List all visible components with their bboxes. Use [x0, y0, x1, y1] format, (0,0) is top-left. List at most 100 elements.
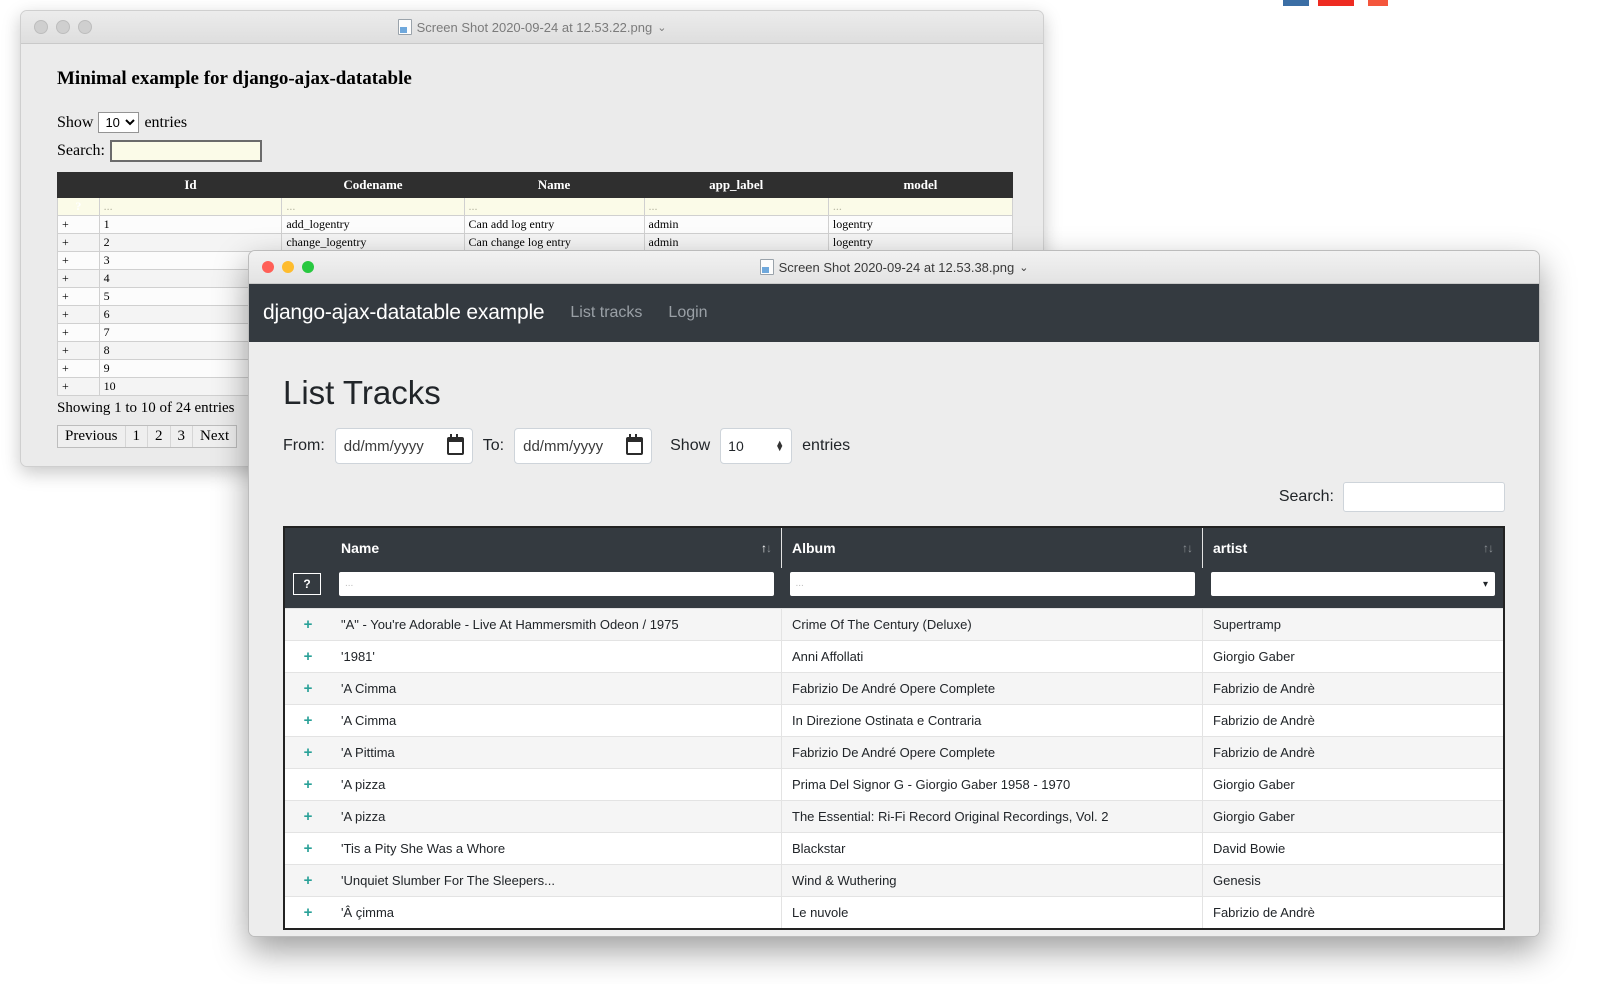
table-row[interactable]: + 'A Cimma Fabrizio De André Opere Complet…: [285, 672, 1503, 705]
table-row[interactable]: + 'A pizza Prima Del Signor G - Giorgio Ga…: [285, 768, 1503, 801]
back-col-codename[interactable]: Codename: [281, 172, 465, 198]
back-filter-applabel[interactable]: ...: [643, 197, 829, 216]
page-link[interactable]: 3: [171, 426, 193, 447]
back-filter-model[interactable]: ...: [827, 197, 1014, 216]
navbar-brand[interactable]: django-ajax-datatable example: [263, 301, 545, 325]
zoom-button[interactable]: [78, 20, 92, 34]
expand-row-icon[interactable]: +: [285, 768, 331, 801]
expand-row-icon[interactable]: +: [57, 305, 100, 324]
cell-codename: add_logentry: [281, 215, 465, 234]
back-show-select[interactable]: 10: [98, 112, 140, 133]
expand-row-icon[interactable]: +: [285, 832, 331, 865]
expand-row-icon[interactable]: +: [285, 864, 331, 897]
table-row[interactable]: + '1981' Anni Affollati Giorgio Gaber: [285, 640, 1503, 673]
table-row[interactable]: + 'A Cimma In Direzione Ostinata e Contrar…: [285, 704, 1503, 737]
page-link[interactable]: 1: [126, 426, 148, 447]
sort-ascending-icon[interactable]: ↑↓: [761, 541, 772, 555]
back-filter-id[interactable]: ...: [98, 197, 283, 216]
page-link[interactable]: 2: [148, 426, 171, 447]
cell-album: Wind & Wuthering: [781, 864, 1203, 897]
back-entries-label: entries: [144, 113, 188, 131]
close-button[interactable]: [34, 20, 48, 34]
nav-link-list-tracks[interactable]: List tracks: [570, 304, 642, 322]
cell-codename: change_logentry: [281, 233, 465, 252]
back-col-applabel[interactable]: app_label: [643, 172, 829, 198]
zoom-button[interactable]: [302, 261, 314, 273]
nav-link-login[interactable]: Login: [668, 304, 707, 322]
page-length-select[interactable]: 10 ▲ ▼: [720, 428, 793, 464]
chevron-down-icon[interactable]: ⌄: [657, 21, 666, 34]
expand-row-icon[interactable]: +: [285, 672, 331, 705]
expand-row-icon[interactable]: +: [57, 341, 100, 360]
back-search-input[interactable]: [109, 140, 262, 162]
table-row[interactable]: + "A" - You're Adorable - Live At Hammers…: [285, 608, 1503, 641]
filter-help-button[interactable]: ?: [293, 573, 321, 595]
sort-none-icon[interactable]: ↑↓: [1182, 541, 1193, 555]
table-row[interactable]: + 'Unquiet Slumber For The Sleepers... Win…: [285, 864, 1503, 897]
back-col-name[interactable]: Name: [463, 172, 645, 198]
cell-artist: Supertramp: [1202, 608, 1503, 641]
expand-row-icon[interactable]: +: [57, 287, 100, 306]
table-row[interactable]: + 'Tis a Pity She Was a Whore Blackstar Dav…: [285, 832, 1503, 865]
calendar-icon[interactable]: [626, 434, 644, 455]
back-filter-help-button[interactable]: ?: [57, 197, 100, 216]
table-row[interactable]: +2 change_logentry Can change log entry adm…: [57, 233, 1014, 252]
table-row[interactable]: + 'Â çimma Le nuvole Fabrizio de Andrè: [285, 896, 1503, 928]
expand-row-icon[interactable]: +: [285, 736, 331, 769]
expand-row-icon[interactable]: +: [285, 704, 331, 737]
expand-row-icon[interactable]: +: [57, 323, 100, 342]
clipped-toolbar-chip-red: [1318, 0, 1354, 6]
chevron-down-icon[interactable]: ⌄: [1019, 261, 1028, 274]
back-window-title: Screen Shot 2020-09-24 at 12.53.22.png ⌄: [21, 11, 1043, 43]
expand-row-icon[interactable]: +: [285, 896, 331, 928]
expand-row-icon[interactable]: +: [285, 640, 331, 673]
back-window-titlebar[interactable]: Screen Shot 2020-09-24 at 12.53.22.png ⌄: [21, 11, 1043, 44]
calendar-icon[interactable]: [446, 434, 464, 455]
expand-row-icon[interactable]: +: [57, 359, 100, 378]
cell-name: 'A Cimma: [331, 704, 782, 737]
cell-model: logentry: [827, 233, 1014, 252]
table-row[interactable]: +1 add_logentry Can add log entry admin loge…: [57, 215, 1014, 234]
back-pagination[interactable]: Previous 1 2 3 Next: [57, 425, 238, 448]
cell-album: In Direzione Ostinata e Contraria: [781, 704, 1203, 737]
minimize-button[interactable]: [56, 20, 70, 34]
sort-none-icon[interactable]: ↑↓: [1483, 541, 1494, 555]
col-name[interactable]: Name ↑↓: [331, 528, 782, 568]
front-window-traffic-lights[interactable]: [249, 261, 314, 273]
front-window-titlebar[interactable]: Screen Shot 2020-09-24 at 12.53.38.png ⌄: [249, 251, 1539, 284]
chevron-down-icon: ▾: [1482, 578, 1488, 590]
filter-name-input[interactable]: ...: [339, 572, 774, 596]
from-date-input[interactable]: dd/mm/yyyy: [334, 428, 473, 464]
stepper-icon[interactable]: ▲ ▼: [775, 439, 784, 453]
expand-row-icon[interactable]: +: [285, 800, 331, 833]
tracks-datatable: Name ↑↓ Album ↑↓ artist ↑↓ ? ... ... ▾ +…: [285, 528, 1503, 928]
page-link[interactable]: Previous: [58, 426, 126, 447]
front-window-title: Screen Shot 2020-09-24 at 12.53.38.png ⌄: [249, 251, 1539, 283]
minimize-button[interactable]: [282, 261, 294, 273]
expand-row-icon[interactable]: +: [57, 251, 100, 270]
col-album[interactable]: Album ↑↓: [781, 528, 1203, 568]
expand-row-icon[interactable]: +: [285, 608, 331, 641]
expand-row-icon[interactable]: +: [57, 377, 100, 396]
expand-row-icon[interactable]: +: [57, 233, 100, 252]
col-artist-label: artist: [1213, 540, 1248, 556]
cell-album: Blackstar: [781, 832, 1203, 865]
back-filter-codename[interactable]: ...: [281, 197, 465, 216]
back-window-traffic-lights[interactable]: [21, 20, 92, 34]
to-date-input[interactable]: dd/mm/yyyy: [514, 428, 653, 464]
back-filter-name[interactable]: ...: [463, 197, 645, 216]
col-artist[interactable]: artist ↑↓: [1202, 528, 1503, 568]
search-input[interactable]: [1343, 482, 1505, 512]
cell-artist: Fabrizio de Andrè: [1202, 704, 1503, 737]
filter-artist-select[interactable]: ▾: [1210, 572, 1495, 596]
page-link[interactable]: Next: [193, 426, 236, 447]
table-row[interactable]: + 'A pizza The Essential: Ri-Fi Record Ori…: [285, 800, 1503, 833]
expand-row-icon[interactable]: +: [57, 215, 100, 234]
back-col-model[interactable]: model: [827, 172, 1014, 198]
expand-row-icon[interactable]: +: [57, 269, 100, 288]
back-col-id[interactable]: Id: [98, 172, 283, 198]
filter-album-input[interactable]: ...: [789, 572, 1195, 596]
front-window[interactable]: Screen Shot 2020-09-24 at 12.53.38.png ⌄…: [248, 250, 1540, 937]
close-button[interactable]: [262, 261, 274, 273]
table-row[interactable]: + 'A Pittima Fabrizio De André Opere Compl…: [285, 736, 1503, 769]
